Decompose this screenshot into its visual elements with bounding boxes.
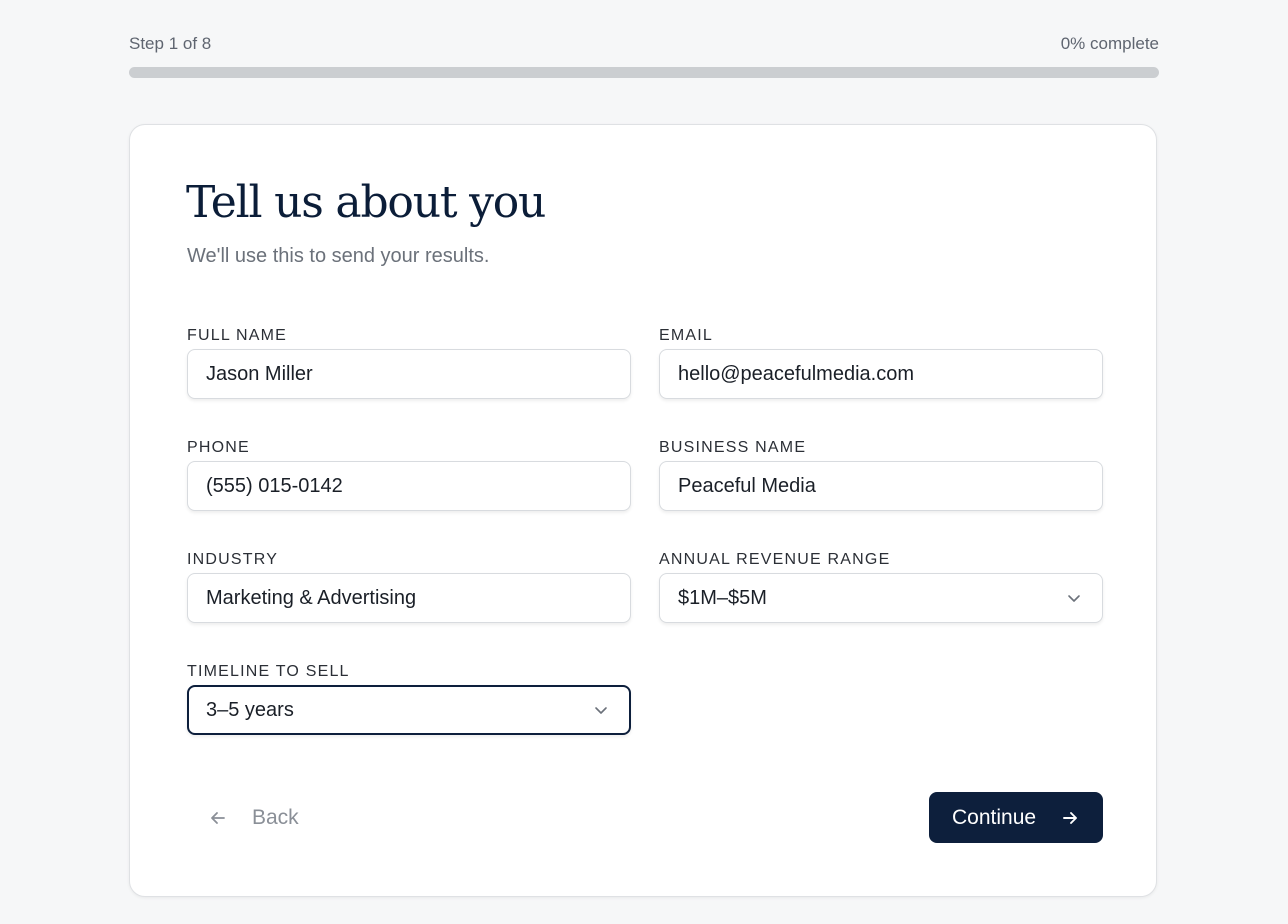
timeline-value: 3–5 years [206,699,294,721]
page-subtitle: We'll use this to send your results. [187,245,490,267]
page-title: Tell us about you [186,177,546,228]
back-button[interactable]: Back [208,793,299,843]
full-name-field: FULL NAME Jason Miller [187,325,631,399]
industry-input[interactable]: Marketing & Advertising [187,573,631,623]
continue-label: Continue [952,805,1037,829]
annual-revenue-field: ANNUAL REVENUE RANGE $1M–$5M [659,549,1103,623]
chevron-down-icon [595,707,607,714]
timeline-label: TIMELINE TO SELL [187,663,350,680]
form-card: Tell us about you We'll use this to send… [129,124,1157,897]
progress-bar [129,67,1159,78]
business-name-label: BUSINESS NAME [659,439,807,456]
annual-revenue-label: ANNUAL REVENUE RANGE [659,551,891,568]
industry-field: INDUSTRY Marketing & Advertising [187,549,631,623]
progress-header: Step 1 of 8 0% complete [129,34,1159,56]
phone-field: PHONE (555) 015-0142 [187,437,631,511]
phone-input[interactable]: (555) 015-0142 [187,461,631,511]
chevron-down-icon [1068,595,1080,602]
email-input[interactable]: hello@peacefulmedia.com [659,349,1103,399]
annual-revenue-select[interactable]: $1M–$5M [659,573,1103,623]
full-name-label: FULL NAME [187,327,288,344]
email-label: EMAIL [659,327,714,344]
annual-revenue-value: $1M–$5M [678,587,767,609]
step-indicator: Step 1 of 8 [129,34,212,53]
industry-label: INDUSTRY [187,551,279,568]
phone-label: PHONE [187,439,250,456]
continue-button[interactable]: Continue [929,792,1103,843]
timeline-field: TIMELINE TO SELL 3–5 years [187,661,631,735]
timeline-select[interactable]: 3–5 years [187,685,631,735]
business-name-input[interactable]: Peaceful Media [659,461,1103,511]
arrow-left-icon [211,812,225,824]
business-name-field: BUSINESS NAME Peaceful Media [659,437,1103,511]
arrow-right-icon [1063,811,1078,824]
percent-complete: 0% complete [1060,34,1159,53]
back-label: Back [252,806,299,829]
email-field: EMAIL hello@peacefulmedia.com [659,325,1103,399]
full-name-input[interactable]: Jason Miller [187,349,631,399]
